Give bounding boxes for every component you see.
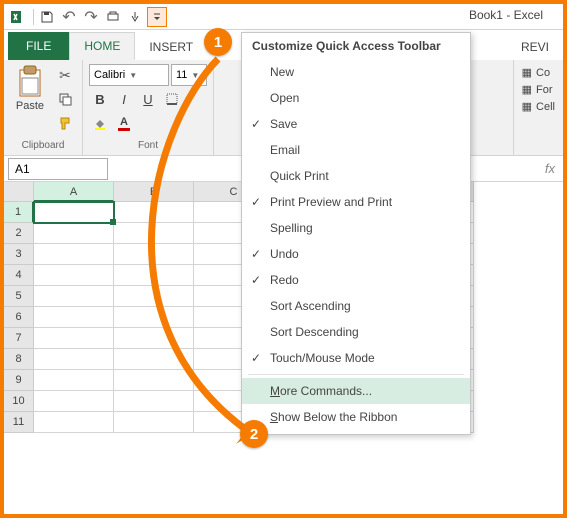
cell-styles-button[interactable]: ▦Cell xyxy=(522,98,555,115)
menu-item[interactable]: New xyxy=(242,59,470,85)
cell[interactable] xyxy=(114,391,194,412)
cut-icon[interactable]: ✂ xyxy=(54,64,76,86)
name-box[interactable]: A1 xyxy=(8,158,108,180)
group-clipboard: Paste ✂ Clipboard xyxy=(4,60,83,155)
menu-item[interactable]: ✓Save xyxy=(242,111,470,137)
row-header[interactable]: 10 xyxy=(4,391,34,412)
row-header[interactable]: 11 xyxy=(4,412,34,433)
menu-item-more-commands[interactable]: More Commands... xyxy=(242,378,470,404)
cell[interactable] xyxy=(114,370,194,391)
window-title: Book1 - Excel xyxy=(469,8,543,22)
menu-item[interactable]: Quick Print xyxy=(242,163,470,189)
row-header[interactable]: 1 xyxy=(4,202,34,223)
row-header[interactable]: 9 xyxy=(4,370,34,391)
underline-button[interactable]: U xyxy=(137,88,159,110)
menu-item[interactable]: Sort Ascending xyxy=(242,293,470,319)
save-icon[interactable] xyxy=(37,7,57,27)
menu-item[interactable]: Email xyxy=(242,137,470,163)
menu-title: Customize Quick Access Toolbar xyxy=(242,33,470,59)
cell[interactable] xyxy=(114,349,194,370)
cell[interactable] xyxy=(114,286,194,307)
menu-item[interactable]: ✓Touch/Mouse Mode xyxy=(242,345,470,371)
menu-item[interactable]: ✓Redo xyxy=(242,267,470,293)
row-header[interactable]: 4 xyxy=(4,265,34,286)
fill-color-button[interactable] xyxy=(89,112,111,134)
row-header[interactable]: 2 xyxy=(4,223,34,244)
menu-item[interactable]: Spelling xyxy=(242,215,470,241)
menu-item-show-below[interactable]: Show Below the Ribbon xyxy=(242,404,470,430)
format-table-button[interactable]: ▦For xyxy=(522,81,555,98)
cell[interactable] xyxy=(34,412,114,433)
cell[interactable] xyxy=(114,244,194,265)
cell[interactable] xyxy=(114,223,194,244)
font-size-combo[interactable]: 11▼ xyxy=(171,64,207,86)
tab-home[interactable]: HOME xyxy=(69,32,135,60)
cell[interactable] xyxy=(114,265,194,286)
conditional-button[interactable]: ▦Co xyxy=(522,64,555,81)
callout-1: 1 xyxy=(204,28,232,56)
cell[interactable] xyxy=(34,244,114,265)
column-header[interactable]: B xyxy=(114,182,194,202)
clipboard-group-label: Clipboard xyxy=(10,138,76,153)
tab-insert[interactable]: INSERT xyxy=(135,34,207,60)
undo-icon[interactable]: ↶ xyxy=(59,7,79,27)
qat-customize-dropdown-icon[interactable] xyxy=(147,7,167,27)
tab-file[interactable]: FILE xyxy=(8,32,69,60)
cell[interactable] xyxy=(34,265,114,286)
row-header[interactable]: 7 xyxy=(4,328,34,349)
menu-item[interactable]: Open xyxy=(242,85,470,111)
bold-button[interactable]: B xyxy=(89,88,111,110)
cell[interactable] xyxy=(34,223,114,244)
redo-icon[interactable]: ↷ xyxy=(81,7,101,27)
cell[interactable] xyxy=(34,370,114,391)
cell[interactable] xyxy=(34,202,114,223)
cell[interactable] xyxy=(114,412,194,433)
cell[interactable] xyxy=(34,307,114,328)
excel-logo-icon xyxy=(8,7,28,27)
menu-item[interactable]: ✓Print Preview and Print xyxy=(242,189,470,215)
row-header[interactable]: 6 xyxy=(4,307,34,328)
qat-customize-menu: Customize Quick Access Toolbar NewOpen✓S… xyxy=(241,32,471,435)
callout-2: 2 xyxy=(240,420,268,448)
cell[interactable] xyxy=(34,328,114,349)
menu-item[interactable]: ✓Undo xyxy=(242,241,470,267)
touch-mode-icon[interactable] xyxy=(125,7,145,27)
row-header[interactable]: 3 xyxy=(4,244,34,265)
border-button[interactable] xyxy=(161,88,183,110)
cell[interactable] xyxy=(114,328,194,349)
row-header[interactable]: 8 xyxy=(4,349,34,370)
font-color-button[interactable]: A xyxy=(113,112,135,134)
cell[interactable] xyxy=(34,391,114,412)
paste-button[interactable]: Paste xyxy=(10,64,50,138)
italic-button[interactable]: I xyxy=(113,88,135,110)
cell[interactable] xyxy=(34,349,114,370)
copy-icon[interactable] xyxy=(54,88,76,110)
cell[interactable] xyxy=(114,202,194,223)
group-cells-partial: ▦Co ▦For ▦Cell xyxy=(513,60,563,155)
paste-label: Paste xyxy=(16,100,44,112)
select-all-triangle[interactable] xyxy=(4,182,34,202)
font-group-label: Font xyxy=(89,138,207,153)
tab-review[interactable]: REVI xyxy=(507,34,563,60)
font-name-combo[interactable]: Calibri▼ xyxy=(89,64,169,86)
row-header[interactable]: 5 xyxy=(4,286,34,307)
cell[interactable] xyxy=(34,286,114,307)
print-preview-icon[interactable] xyxy=(103,7,123,27)
fx-icon[interactable]: fx xyxy=(545,161,555,176)
cell[interactable] xyxy=(114,307,194,328)
format-painter-icon[interactable] xyxy=(54,112,76,134)
menu-item[interactable]: Sort Descending xyxy=(242,319,470,345)
column-header[interactable]: A xyxy=(34,182,114,202)
group-font: Calibri▼ 11▼ B I U A xyxy=(83,60,214,155)
